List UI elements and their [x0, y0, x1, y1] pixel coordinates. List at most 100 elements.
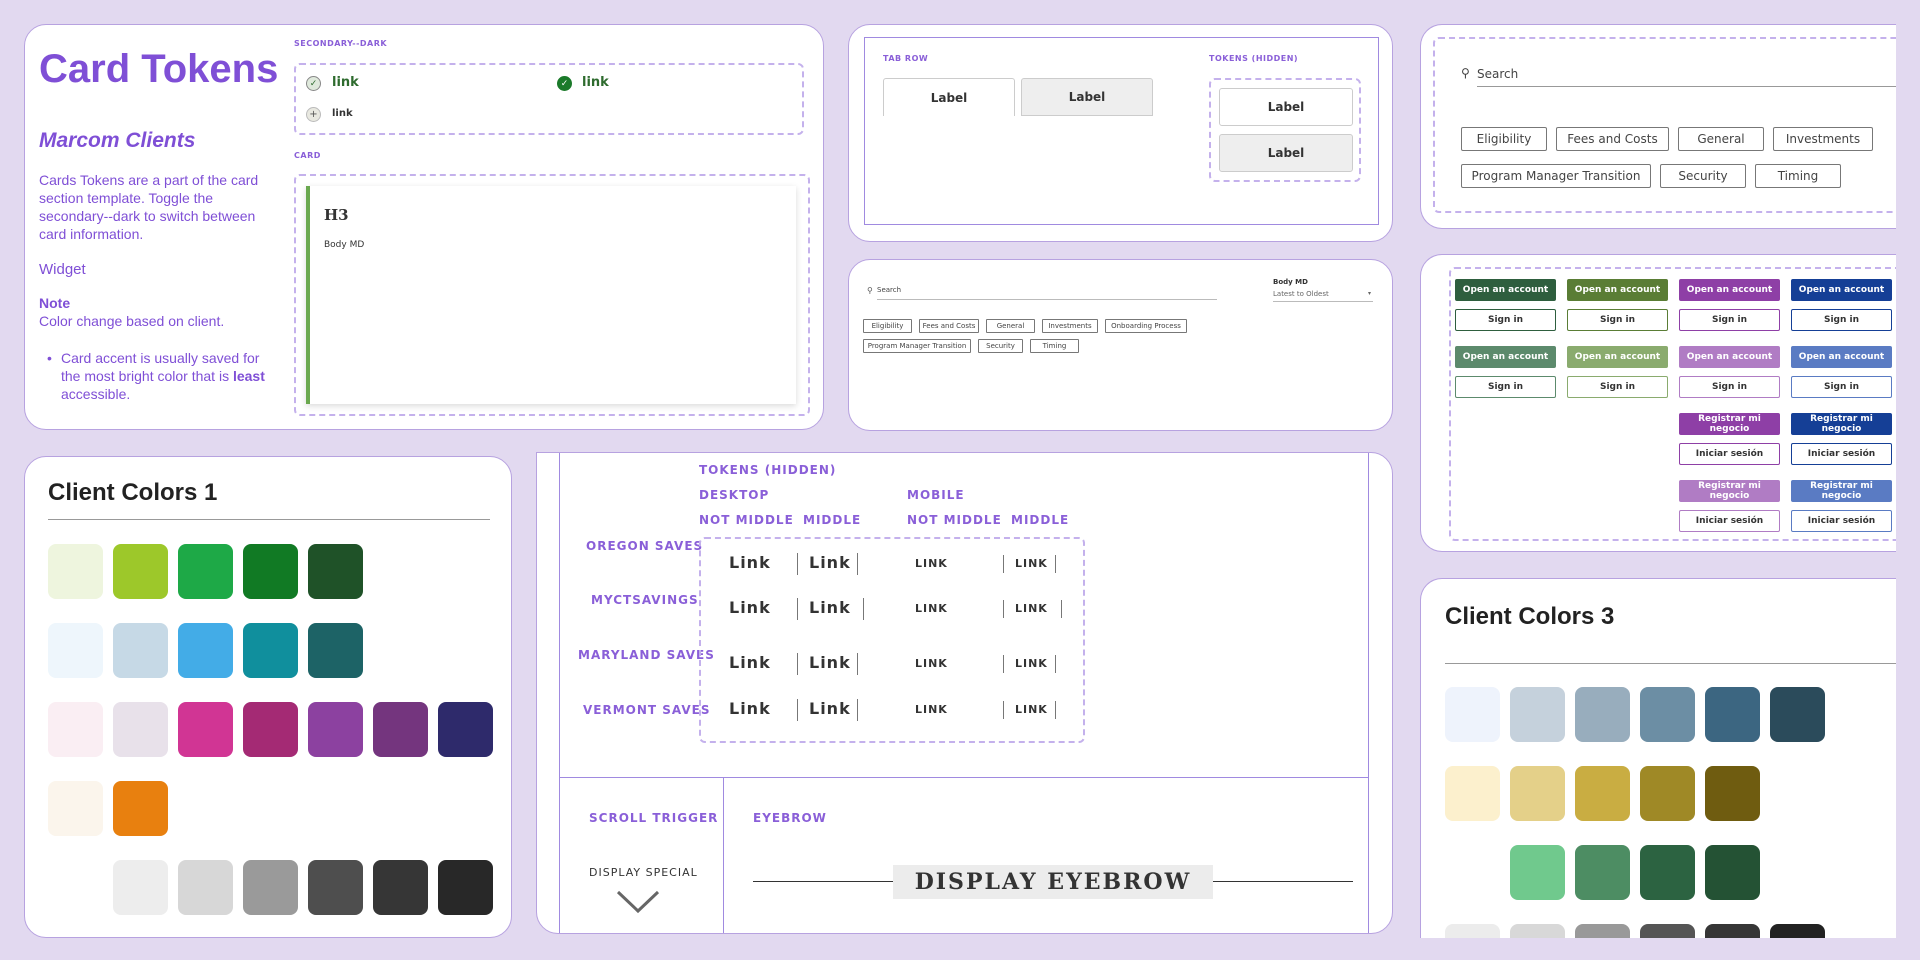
search-input[interactable]: Search — [1477, 67, 1896, 87]
chip-investments[interactable]: Investments — [1042, 319, 1098, 333]
sign-in-button[interactable]: Sign in — [1791, 376, 1892, 398]
link-3[interactable]: link — [332, 108, 353, 119]
link-desktop-not-middle[interactable]: Link — [729, 653, 771, 672]
color-swatch — [1640, 924, 1695, 938]
link-2[interactable]: link — [582, 75, 609, 90]
tab-2[interactable]: Label — [1021, 78, 1153, 116]
open-account-button[interactable]: Open an account — [1679, 346, 1780, 368]
tokens-hidden-label: TOKENS (HIDDEN) — [1209, 54, 1299, 63]
link-mobile-middle[interactable]: LINK — [1015, 703, 1048, 716]
iniciar-sesion-button[interactable]: Iniciar sesión — [1679, 443, 1780, 465]
chip-security[interactable]: Security — [1660, 164, 1746, 188]
check-circle-icon: ✓ — [306, 76, 321, 91]
registrar-button[interactable]: Registrar mi negocio — [1679, 480, 1780, 502]
color-swatch — [113, 544, 168, 599]
chip-investments[interactable]: Investments — [1773, 127, 1873, 151]
sign-in-button[interactable]: Sign in — [1455, 376, 1556, 398]
chip-security[interactable]: Security — [978, 339, 1023, 353]
sign-in-button[interactable]: Sign in — [1455, 309, 1556, 331]
open-account-button[interactable]: Open an account — [1567, 346, 1668, 368]
link-mobile-middle[interactable]: LINK — [1015, 657, 1048, 670]
link-desktop-not-middle[interactable]: Link — [729, 699, 771, 718]
sign-in-button[interactable]: Sign in — [1567, 309, 1668, 331]
eyebrow-rule-left — [753, 881, 893, 882]
chip-program-manager[interactable]: Program Manager Transition — [1461, 164, 1651, 188]
open-account-button[interactable]: Open an account — [1455, 279, 1556, 301]
search-filter-box: ⚲ Search Eligibility Fees and Costs Gene… — [1433, 37, 1896, 213]
link-desktop-middle[interactable]: Link — [809, 598, 851, 617]
color-swatch — [1445, 687, 1500, 742]
open-account-button[interactable]: Open an account — [1455, 346, 1556, 368]
open-account-button[interactable]: Open an account — [1679, 279, 1780, 301]
chip-general[interactable]: General — [1678, 127, 1764, 151]
client-maryland: MARYLAND SAVES — [578, 648, 715, 662]
link-desktop-middle[interactable]: Link — [809, 699, 851, 718]
sign-in-button[interactable]: Sign in — [1791, 309, 1892, 331]
registrar-button[interactable]: Registrar mi negocio — [1791, 413, 1892, 435]
bullet-bold: least — [232, 368, 265, 384]
color-swatch — [1770, 687, 1825, 742]
link-desktop-not-middle[interactable]: Link — [729, 598, 771, 617]
color-swatch — [308, 544, 363, 599]
color-swatch — [48, 702, 103, 757]
tokens-hidden-header: TOKENS (HIDDEN) — [699, 463, 837, 477]
iniciar-sesion-button[interactable]: Iniciar sesión — [1679, 510, 1780, 532]
open-account-button[interactable]: Open an account — [1791, 346, 1892, 368]
link-mobile-not-middle[interactable]: LINK — [915, 602, 948, 615]
tokens-hidden-box: Label Label — [1209, 78, 1361, 182]
chip-eligibility[interactable]: Eligibility — [863, 319, 912, 333]
sign-in-button[interactable]: Sign in — [1679, 309, 1780, 331]
link-mobile-not-middle[interactable]: LINK — [915, 703, 948, 716]
color-swatch — [113, 702, 168, 757]
chip-eligibility[interactable]: Eligibility — [1461, 127, 1547, 151]
color-swatch — [178, 544, 233, 599]
sort-select[interactable]: Latest to Oldest ▾ — [1273, 290, 1373, 302]
token-tab-2[interactable]: Label — [1219, 134, 1353, 172]
chip-program-manager[interactable]: Program Manager Transition — [863, 339, 971, 353]
chip-onboarding[interactable]: Onboarding Process — [1105, 319, 1187, 333]
chip-general[interactable]: General — [986, 319, 1035, 333]
link-divider — [1061, 600, 1062, 618]
client-colors-1-panel: Client Colors 1 — [24, 456, 512, 938]
title-divider — [48, 519, 490, 520]
display-special-label: DISPLAY SPECIAL — [589, 866, 698, 879]
link-divider — [857, 553, 858, 575]
color-swatch — [1575, 766, 1630, 821]
link-mobile-not-middle[interactable]: LINK — [915, 657, 948, 670]
chip-timing[interactable]: Timing — [1755, 164, 1841, 188]
note-text: Color change based on client. — [39, 313, 225, 329]
chip-fees[interactable]: Fees and Costs — [1556, 127, 1669, 151]
color-swatch — [1705, 766, 1760, 821]
link-mobile-not-middle[interactable]: LINK — [915, 557, 948, 570]
subtitle: Marcom Clients — [39, 129, 196, 152]
iniciar-sesion-button[interactable]: Iniciar sesión — [1791, 443, 1892, 465]
registrar-button[interactable]: Registrar mi negocio — [1679, 413, 1780, 435]
chevron-down-icon: ▾ — [1367, 290, 1371, 297]
eyebrow-rule-right — [1213, 881, 1353, 882]
registrar-button[interactable]: Registrar mi negocio — [1791, 480, 1892, 502]
open-account-button[interactable]: Open an account — [1567, 279, 1668, 301]
search-input[interactable]: Search — [877, 286, 1217, 300]
chip-timing[interactable]: Timing — [1030, 339, 1079, 353]
chip-fees[interactable]: Fees and Costs — [919, 319, 979, 333]
link-desktop-not-middle[interactable]: Link — [729, 553, 771, 572]
color-swatch — [373, 702, 428, 757]
link-1[interactable]: link — [332, 75, 359, 90]
link-desktop-middle[interactable]: Link — [809, 653, 851, 672]
open-account-button[interactable]: Open an account — [1791, 279, 1892, 301]
color-swatch — [178, 702, 233, 757]
sign-in-button[interactable]: Sign in — [1679, 376, 1780, 398]
color-swatch — [438, 702, 493, 757]
iniciar-sesion-button[interactable]: Iniciar sesión — [1791, 510, 1892, 532]
link-divider — [797, 598, 798, 620]
chevron-down-icon[interactable] — [615, 889, 661, 915]
link-divider — [797, 553, 798, 575]
tab-1[interactable]: Label — [883, 78, 1015, 116]
token-tab-1[interactable]: Label — [1219, 88, 1353, 126]
buttons-box: Open an account Open an account Open an … — [1449, 267, 1896, 541]
link-mobile-middle[interactable]: LINK — [1015, 557, 1048, 570]
sort-value: Latest to Oldest — [1273, 290, 1329, 298]
link-desktop-middle[interactable]: Link — [809, 553, 851, 572]
sign-in-button[interactable]: Sign in — [1567, 376, 1668, 398]
link-mobile-middle[interactable]: LINK — [1015, 602, 1048, 615]
